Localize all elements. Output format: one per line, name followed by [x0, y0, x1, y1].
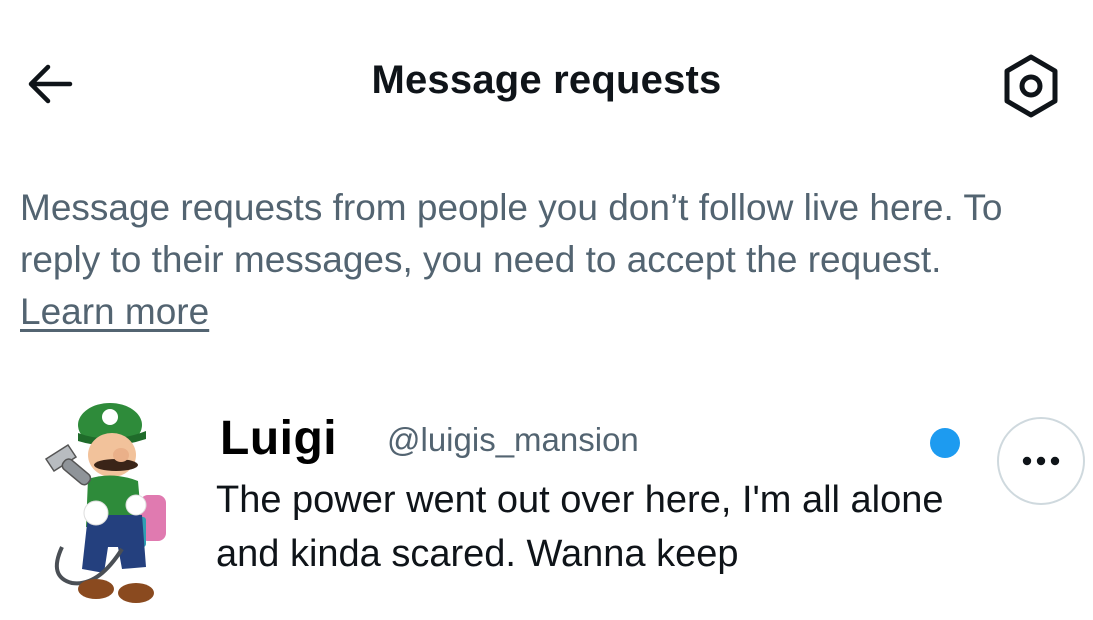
message-preview: The power went out over here, I'm all al… [216, 479, 944, 575]
more-horizontal-icon [1022, 456, 1060, 466]
sender-handle: @luigis_mansion [387, 421, 639, 458]
unread-indicator [930, 428, 960, 458]
message-requests-notice: Message requests from people you don’t f… [20, 182, 1030, 338]
message-request-item[interactable]: Luigi @luigis_mansion The power went out… [0, 385, 1093, 620]
page-header: Message requests [0, 0, 1093, 150]
learn-more-link[interactable]: Learn more [20, 291, 209, 332]
notice-text: Message requests from people you don’t f… [20, 187, 1003, 280]
sender-name: Luigi [220, 412, 338, 465]
page-title: Message requests [371, 58, 722, 102]
more-options-button[interactable] [997, 417, 1085, 505]
settings-button[interactable] [998, 53, 1064, 119]
gear-icon [1004, 54, 1058, 118]
avatar[interactable] [38, 397, 178, 612]
